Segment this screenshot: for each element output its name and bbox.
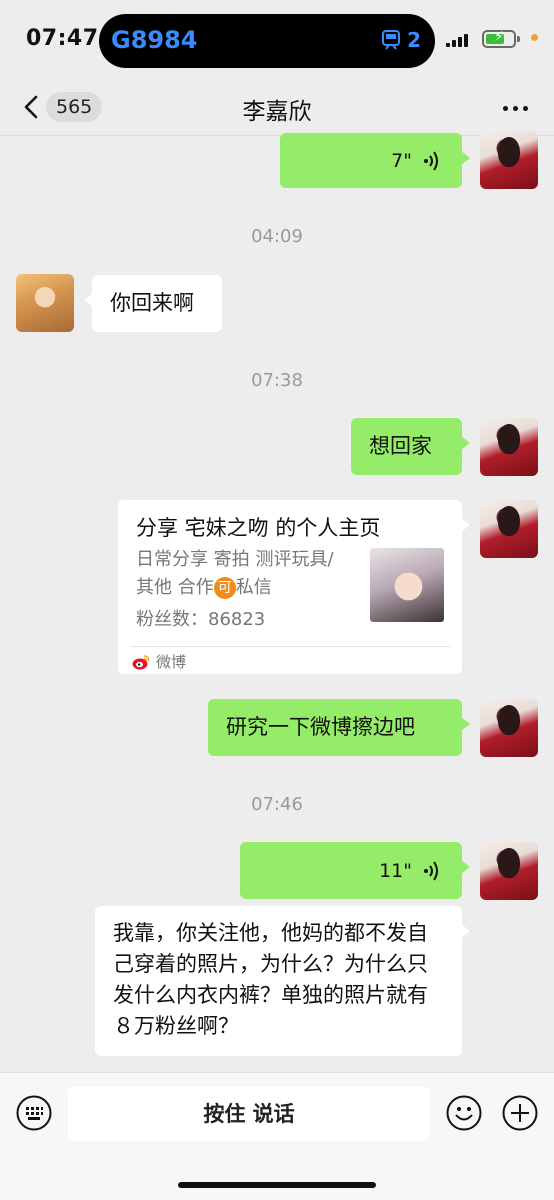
chat-input-bar: 按住 说话 xyxy=(0,1072,554,1200)
card-desc-line-2: 其他 合作可私信 xyxy=(136,574,358,602)
chat-nav-bar: 565 李嘉欣 xyxy=(0,80,554,136)
card-source: 微博 xyxy=(132,650,186,674)
island-count: 2 xyxy=(407,28,421,52)
chat-title: 李嘉欣 xyxy=(242,99,312,125)
message-text: 想回家 xyxy=(369,434,432,458)
self-avatar[interactable] xyxy=(480,842,538,900)
self-avatar[interactable] xyxy=(480,131,538,189)
plus-icon[interactable] xyxy=(502,1095,538,1131)
message-timestamp: 04:09 xyxy=(251,226,303,247)
friend-avatar[interactable] xyxy=(16,274,74,332)
emoji-icon[interactable] xyxy=(446,1095,482,1131)
signal-icon xyxy=(446,33,468,47)
voice-icon xyxy=(424,860,438,881)
battery-icon: ⚡ xyxy=(482,29,516,48)
voice-duration: 7" xyxy=(391,149,412,172)
card-description: 日常分享 寄拍 测评玩具/ 其他 合作可私信 xyxy=(136,546,358,602)
battery-cap xyxy=(517,36,520,42)
dynamic-island[interactable]: G8984 2 xyxy=(99,14,435,68)
card-title: 分享 宅妹之吻 的个人主页 xyxy=(136,516,381,540)
hold-to-talk-button[interactable]: 按住 说话 xyxy=(68,1087,430,1141)
message-text: 研究一下微博擦边吧 xyxy=(226,715,415,739)
friend-message[interactable]: 你回来啊 xyxy=(84,275,222,332)
badge-icon: 可 xyxy=(213,577,236,599)
voice-duration: 11" xyxy=(379,859,412,882)
train-icon xyxy=(382,30,401,50)
keyboard-icon[interactable] xyxy=(16,1095,52,1131)
card-desc-prefix: 其他 合作 xyxy=(136,577,214,598)
voice-message-self[interactable]: 11" xyxy=(240,842,470,899)
self-avatar[interactable] xyxy=(480,699,538,757)
self-avatar[interactable] xyxy=(480,418,538,476)
island-right: 2 xyxy=(381,28,421,52)
self-avatar[interactable] xyxy=(480,500,538,558)
card-source-label: 微博 xyxy=(156,653,187,671)
self-message[interactable]: 研究一下微博擦边吧 xyxy=(208,699,470,756)
privacy-indicator xyxy=(531,34,538,41)
status-time: 07:47 xyxy=(26,26,99,51)
more-icon[interactable] xyxy=(503,106,528,111)
voice-message-self[interactable]: 7" xyxy=(280,133,470,188)
message-text: 我靠，你关注他，他妈的都不发自己穿着的照片，为什么？为什么只发什么内衣内裤？单独… xyxy=(113,921,428,1038)
train-code: G8984 xyxy=(111,26,198,54)
self-message[interactable]: 我靠，你关注他，他妈的都不发自己穿着的照片，为什么？为什么只发什么内衣内裤？单独… xyxy=(95,906,470,1056)
card-desc-line: 日常分享 寄拍 测评玩具/ xyxy=(136,549,334,570)
status-bar: 07:47 G8984 2 ⚡ xyxy=(0,0,554,80)
voice-icon xyxy=(424,150,438,171)
self-message[interactable]: 想回家 xyxy=(351,418,470,475)
weibo-icon xyxy=(132,655,150,670)
message-timestamp: 07:46 xyxy=(251,794,303,815)
card-thumbnail xyxy=(370,548,444,622)
card-fans-count: 粉丝数：86823 xyxy=(136,609,266,630)
card-desc-suffix: 私信 xyxy=(235,577,272,598)
shared-link-card[interactable]: 分享 宅妹之吻 的个人主页 日常分享 寄拍 测评玩具/ 其他 合作可私信 粉丝数… xyxy=(118,500,470,674)
home-indicator[interactable] xyxy=(178,1182,376,1188)
message-text: 你回来啊 xyxy=(110,291,194,315)
message-timestamp: 07:38 xyxy=(251,370,303,391)
